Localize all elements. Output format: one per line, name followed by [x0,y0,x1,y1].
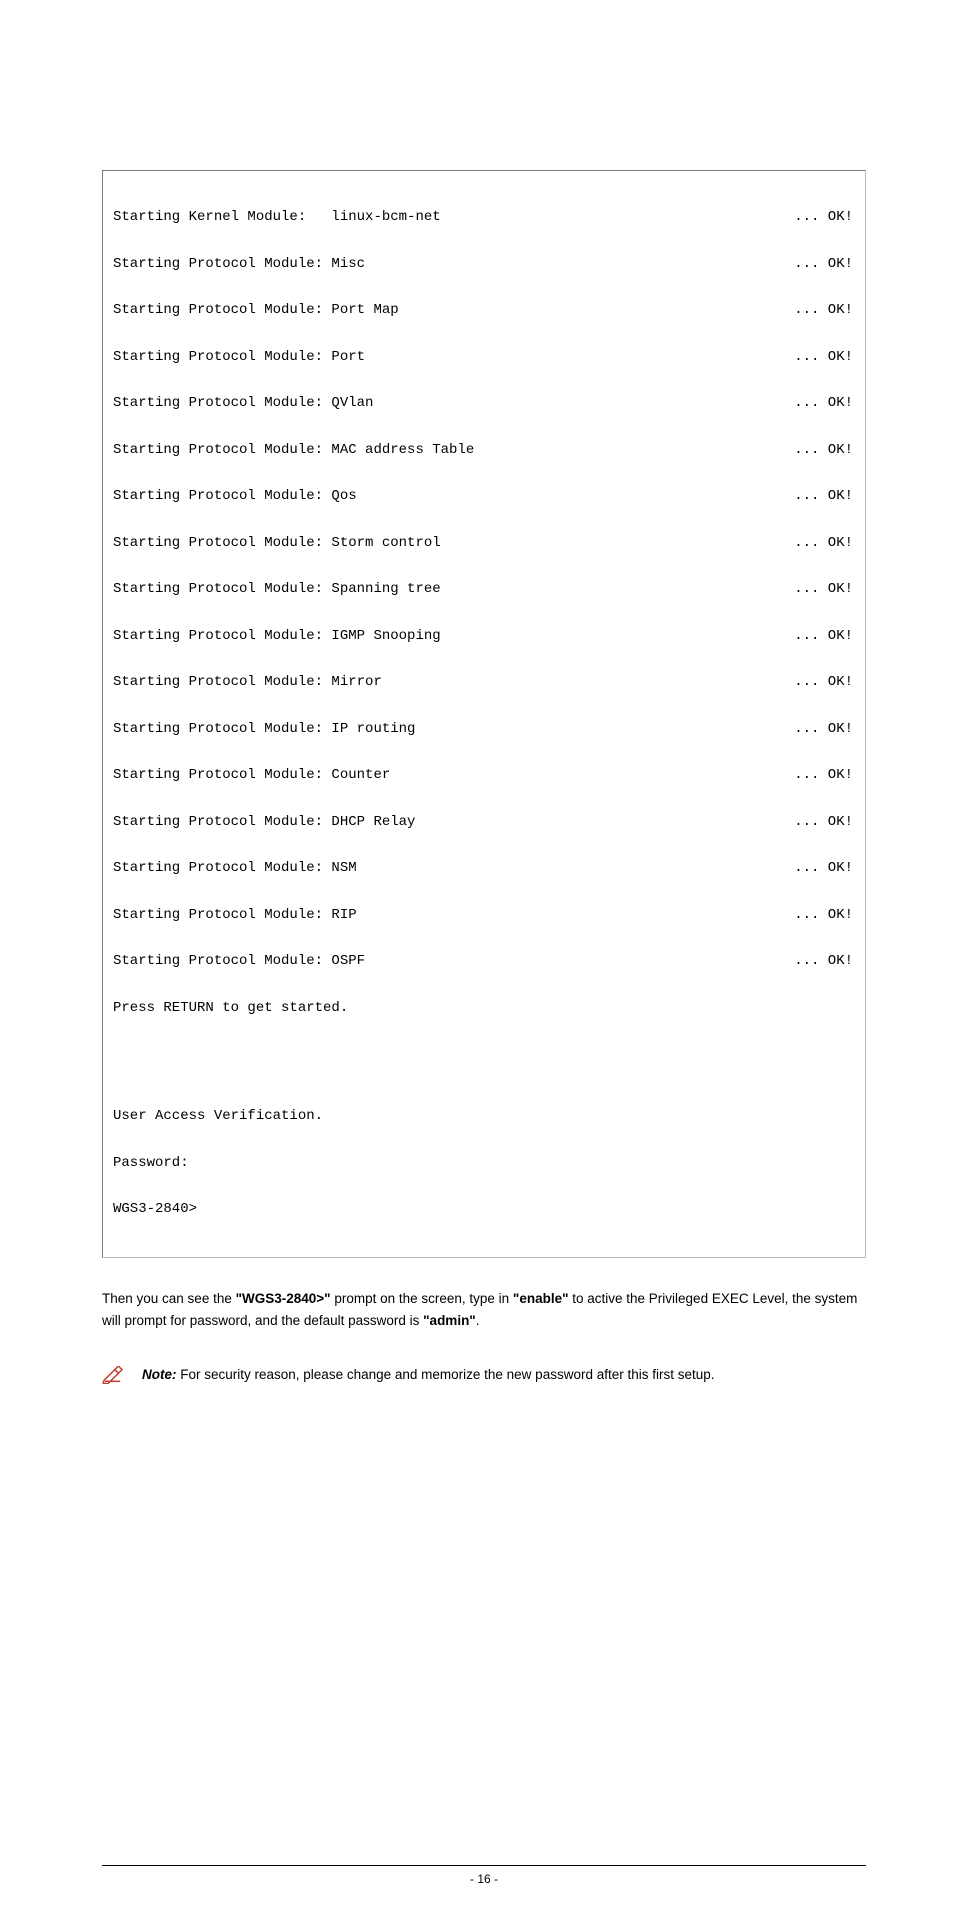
terminal-line: Starting Protocol Module: IP routing ... … [113,722,853,738]
terminal-line: Starting Protocol Module: QVlan ... OK! [113,396,853,412]
pen-icon [102,1366,124,1384]
terminal-text: Starting Protocol Module: Mirror [113,675,382,691]
terminal-text: Starting Protocol Module: Port [113,350,365,366]
terminal-text: Starting Protocol Module: IP routing [113,722,415,738]
note-body: For security reason, please change and m… [177,1367,715,1382]
terminal-text: Starting Protocol Module: Spanning tree [113,582,441,598]
terminal-line: Starting Kernel Module: linux-bcm-net...… [113,210,853,226]
note-text: Note: For security reason, please change… [142,1364,715,1385]
terminal-status: ... OK! [794,210,853,226]
terminal-status: ... OK! [794,768,853,784]
terminal-status: ... OK! [794,489,853,505]
terminal-status: ... OK! [794,675,853,691]
terminal-status: ... OK! [794,396,853,412]
password-literal: "admin" [423,1313,476,1328]
terminal-status: ... OK! [794,257,853,273]
terminal-status: ... OK! [794,954,853,970]
terminal-line: Starting Protocol Module: NSM ... OK! [113,861,853,877]
terminal-line: Starting Protocol Module: RIP ... OK! [113,908,853,924]
instruction-paragraph: Then you can see the "WGS3-2840>" prompt… [102,1288,866,1332]
terminal-line: Starting Protocol Module: Mirror ... OK! [113,675,853,691]
terminal-line: Starting Protocol Module: Port ... OK! [113,350,853,366]
terminal-text: Starting Protocol Module: QVlan [113,396,373,412]
terminal-line: Starting Protocol Module: MAC address Ta… [113,443,853,459]
text: . [476,1313,480,1328]
terminal-line: Starting Protocol Module: Misc ... OK! [113,257,853,273]
terminal-line: Starting Protocol Module: OSPF ... OK! [113,954,853,970]
text: prompt on the screen, type in [331,1291,513,1306]
terminal-line: Starting Protocol Module: Spanning tree.… [113,582,853,598]
terminal-text: Starting Protocol Module: OSPF [113,954,365,970]
terminal-line: Press RETURN to get started. [113,1001,853,1017]
terminal-status: ... OK! [794,861,853,877]
terminal-text: Starting Protocol Module: RIP [113,908,357,924]
terminal-line: Starting Protocol Module: Qos ... OK! [113,489,853,505]
terminal-text: Starting Protocol Module: DHCP Relay [113,815,415,831]
terminal-status: ... OK! [794,350,853,366]
note-block: Note: For security reason, please change… [102,1364,866,1385]
terminal-line: Starting Protocol Module: Port Map ... OK… [113,303,853,319]
terminal-status: ... OK! [794,722,853,738]
terminal-status: ... OK! [794,443,853,459]
terminal-text: Starting Protocol Module: Port Map [113,303,399,319]
terminal-output: Starting Kernel Module: linux-bcm-net...… [103,171,865,1257]
terminal-prompt: WGS3-2840> [113,1202,853,1218]
terminal-text: Starting Protocol Module: Counter [113,768,390,784]
terminal-status: ... OK! [794,582,853,598]
terminal-status: ... OK! [794,815,853,831]
prompt-literal: "WGS3-2840>" [236,1291,331,1306]
terminal-line: Starting Protocol Module: IGMP Snooping.… [113,629,853,645]
command-literal: "enable" [513,1291,569,1306]
terminal-line: Password: [113,1156,853,1172]
terminal-text: Starting Protocol Module: IGMP Snooping [113,629,441,645]
terminal-line: Starting Protocol Module: DHCP Relay ... … [113,815,853,831]
terminal-text: Starting Protocol Module: MAC address Ta… [113,443,474,459]
terminal-text: Starting Protocol Module: NSM [113,861,357,877]
terminal-status: ... OK! [794,629,853,645]
terminal-text: Starting Protocol Module: Qos [113,489,357,505]
note-label: Note: [142,1367,177,1382]
text: Then you can see the [102,1291,236,1306]
page-footer: - 16 - [102,1865,866,1886]
terminal-window: Starting Kernel Module: linux-bcm-net...… [102,170,866,1258]
terminal-text: Starting Protocol Module: Misc [113,257,365,273]
terminal-text: Starting Kernel Module: linux-bcm-net [113,210,441,226]
terminal-line: Starting Protocol Module: Storm control.… [113,536,853,552]
page-number: - 16 - [470,1872,498,1886]
terminal-status: ... OK! [794,536,853,552]
terminal-text: Starting Protocol Module: Storm control [113,536,441,552]
terminal-status: ... OK! [794,908,853,924]
terminal-line: Starting Protocol Module: Counter ... OK! [113,768,853,784]
body-paragraphs: Then you can see the "WGS3-2840>" prompt… [102,1288,866,1385]
terminal-status: ... OK! [794,303,853,319]
terminal-line: User Access Verification. [113,1109,853,1125]
document-page: Starting Kernel Module: linux-bcm-net...… [0,170,954,1916]
